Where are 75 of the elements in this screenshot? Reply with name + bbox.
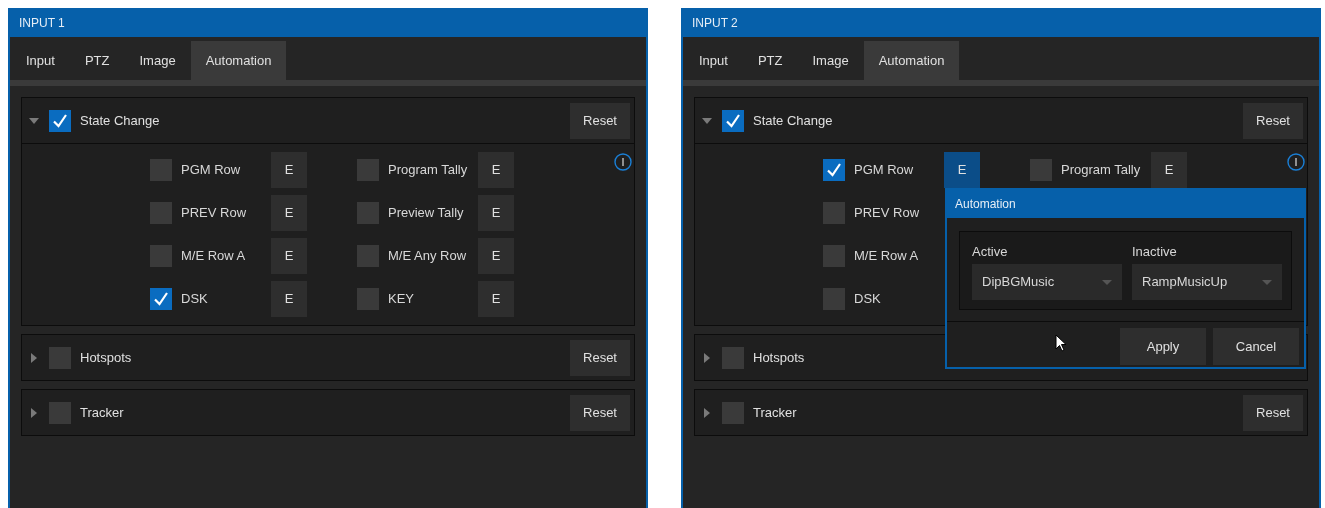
tab[interactable]: PTZ [742, 41, 798, 80]
caret-icon [1102, 279, 1112, 285]
option-label: PGM Row [181, 161, 242, 180]
option-label: DSK [181, 290, 209, 309]
section-label: Tracker [753, 403, 797, 422]
option-label: PGM Row [854, 161, 915, 180]
dropdown[interactable]: RampMusicUp [1132, 264, 1282, 300]
checkbox[interactable] [1030, 159, 1052, 181]
checkbox[interactable] [722, 109, 744, 132]
checkbox[interactable] [823, 202, 845, 224]
checkbox[interactable] [357, 202, 379, 224]
checkbox[interactable] [823, 288, 845, 310]
option-label: Preview Tally [388, 204, 465, 223]
option-label: Program Tally [388, 161, 469, 180]
tab[interactable]: Image [797, 41, 864, 80]
option-label: M/E Row A [181, 247, 247, 266]
field-label: Active [972, 243, 1009, 260]
edit-button[interactable]: E [478, 152, 514, 188]
reset-button[interactable]: Reset [570, 394, 630, 431]
panel-title: INPUT 2 [683, 8, 1319, 37]
reset-button[interactable]: Reset [1243, 102, 1303, 139]
field-label: Inactive [1132, 243, 1178, 260]
tab[interactable]: Image [124, 41, 191, 80]
info-icon[interactable] [614, 153, 632, 171]
option-label: M/E Row A [854, 247, 920, 266]
option-label: DSK [854, 290, 882, 309]
dropdown[interactable]: DipBGMusic [972, 264, 1122, 300]
option-label: M/E Any Row [388, 247, 468, 266]
checkbox[interactable] [150, 245, 172, 267]
option-label: PREV Row [854, 204, 921, 223]
edit-button[interactable]: E [271, 195, 307, 231]
checkbox[interactable] [49, 109, 71, 132]
edit-button[interactable]: E [478, 238, 514, 274]
reset-button[interactable]: Reset [570, 102, 630, 139]
info-icon[interactable] [1287, 153, 1305, 171]
checkbox[interactable] [150, 288, 172, 310]
option-label: PREV Row [181, 204, 248, 223]
tab[interactable]: Automation [190, 41, 287, 80]
dialog-title: Automation [947, 190, 1304, 218]
checkbox[interactable] [823, 245, 845, 267]
tab[interactable]: Input [11, 41, 70, 80]
edit-button[interactable]: E [1151, 152, 1187, 188]
section-label: Hotspots [753, 348, 805, 367]
dialog-button[interactable]: Apply [1120, 328, 1206, 365]
edit-button[interactable]: E [271, 238, 307, 274]
edit-button[interactable]: E [271, 281, 307, 317]
checkbox[interactable] [49, 346, 71, 369]
mouse-cursor-icon [1055, 334, 1067, 352]
option-label: Program Tally [1061, 161, 1142, 180]
edit-button[interactable]: E [478, 281, 514, 317]
option-label: KEY [388, 290, 415, 309]
checkbox[interactable] [722, 346, 744, 369]
tab[interactable]: PTZ [69, 41, 125, 80]
caret-icon [1262, 279, 1272, 285]
checkbox[interactable] [823, 159, 845, 181]
reset-button[interactable]: Reset [570, 339, 630, 376]
tab[interactable]: Automation [863, 41, 960, 80]
edit-button[interactable]: E [944, 152, 980, 188]
section-label: Hotspots [80, 348, 132, 367]
section-label: Tracker [80, 403, 124, 422]
edit-button[interactable]: E [478, 195, 514, 231]
section-label: State Change [80, 111, 160, 130]
checkbox[interactable] [357, 159, 379, 181]
checkbox[interactable] [150, 202, 172, 224]
edit-button[interactable]: E [271, 152, 307, 188]
checkbox[interactable] [49, 401, 71, 424]
checkbox[interactable] [357, 245, 379, 267]
checkbox[interactable] [150, 159, 172, 181]
section-label: State Change [753, 111, 833, 130]
dialog-button[interactable]: Cancel [1213, 328, 1299, 365]
checkbox[interactable] [357, 288, 379, 310]
tab[interactable]: Input [684, 41, 743, 80]
checkbox[interactable] [722, 401, 744, 424]
panel-title: INPUT 1 [10, 8, 646, 37]
reset-button[interactable]: Reset [1243, 394, 1303, 431]
